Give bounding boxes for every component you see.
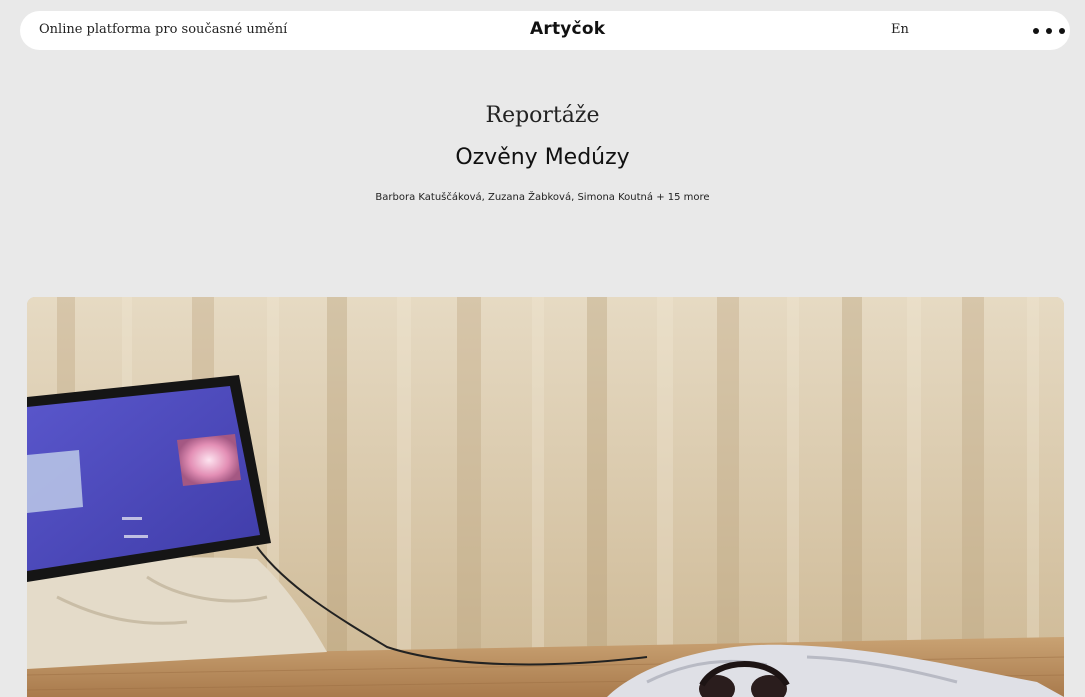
installation-photo [27,297,1064,697]
article-authors: Barbora Katuščáková, Zuzana Žabková, Sim… [0,192,1085,203]
article-category[interactable]: Reportáže [0,103,1085,128]
site-logo[interactable]: Artyčok [530,19,605,39]
menu-dot-icon [1046,28,1052,34]
menu-dot-icon [1033,28,1039,34]
hero-image[interactable] [27,297,1064,697]
menu-dot-icon [1059,28,1065,34]
top-navigation-bar: Online platforma pro současné umění Arty… [20,11,1070,50]
authors-list[interactable]: Barbora Katuščáková, Zuzana Žabková, Sim… [375,192,653,203]
language-switch[interactable]: En [891,22,909,37]
more-authors-link[interactable]: + 15 more [656,192,709,203]
article-title: Ozvěny Medúzy [455,145,630,170]
more-menu-button[interactable] [1033,27,1065,35]
site-tagline: Online platforma pro současné umění [39,22,288,37]
